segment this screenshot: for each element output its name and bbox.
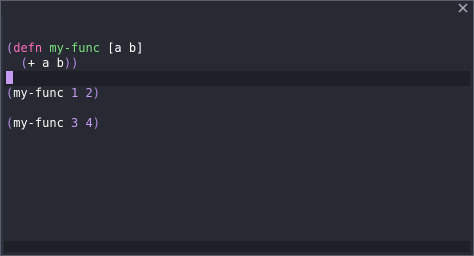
window-left-border	[1, 15, 3, 255]
code-line-4: (my-func 1 2)	[4, 86, 470, 101]
number-arg-1: 3	[71, 116, 79, 130]
function-name: my-func	[49, 41, 100, 55]
number-arg-1: 1	[71, 86, 79, 100]
number-arg-2: 4	[85, 116, 93, 130]
open-paren: (	[20, 56, 28, 70]
call-function-name: my-func	[13, 86, 64, 100]
close-icon[interactable]	[457, 2, 469, 14]
code-line-1: (defn my-func [a b]	[4, 41, 470, 56]
status-bar	[4, 241, 470, 252]
code-line-6: (my-func 3 4)	[4, 116, 470, 131]
code-line-3-current[interactable]	[4, 71, 470, 86]
close-parens: ))	[63, 56, 79, 70]
code-line-2: (+ a b))	[4, 56, 470, 71]
function-args: a b	[42, 56, 64, 70]
code-editor[interactable]: (defn my-func [a b] (+ a b)) (my-func 1 …	[4, 41, 470, 131]
title-bar	[1, 1, 473, 15]
close-paren: )	[92, 116, 100, 130]
call-function-name: my-func	[13, 116, 64, 130]
parameter-vector: [a b]	[107, 41, 144, 55]
text-cursor	[6, 71, 13, 84]
plus-operator: +	[27, 56, 35, 70]
close-paren: )	[92, 86, 100, 100]
editor-window: (defn my-func [a b] (+ a b)) (my-func 1 …	[0, 0, 474, 256]
defn-keyword: defn	[13, 41, 43, 55]
number-arg-2: 2	[85, 86, 93, 100]
